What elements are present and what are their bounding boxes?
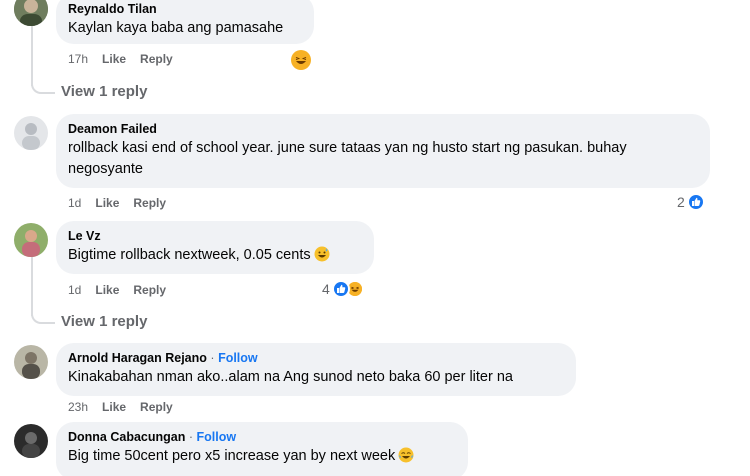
comment-actions: 17h Like Reply xyxy=(68,51,187,67)
comment-author[interactable]: Reynaldo Tilan xyxy=(68,1,302,17)
comment-actions: 23h Like Reply xyxy=(68,399,187,415)
reply-button[interactable]: Reply xyxy=(133,283,166,297)
comment-timestamp[interactable]: 23h xyxy=(68,400,88,414)
tears-of-joy-emoji-icon xyxy=(398,447,414,463)
grinning-sweat-emoji-icon xyxy=(314,246,330,262)
follow-separator: · xyxy=(188,430,194,444)
comment-text-line: rollback kasi end of school year. june s… xyxy=(68,140,627,156)
comment-author-line: Donna Cabacungan · Follow xyxy=(68,429,456,445)
follow-separator: · xyxy=(210,351,215,365)
comment-author[interactable]: Arnold Haragan Rejano xyxy=(68,351,207,365)
comment-timestamp[interactable]: 1d xyxy=(68,283,81,297)
thread-line xyxy=(31,26,33,86)
comment-author[interactable]: Donna Cabacungan xyxy=(68,430,185,444)
comment-timestamp[interactable]: 17h xyxy=(68,52,88,66)
comment-bubble: Reynaldo Tilan Kaylan kaya baba ang pama… xyxy=(56,0,314,44)
reply-button[interactable]: Reply xyxy=(133,196,166,210)
like-reaction-icon xyxy=(331,280,350,298)
comment-timestamp[interactable]: 1d xyxy=(68,196,81,210)
comment-text: Big time 50cent pero x5 increase yan by … xyxy=(68,446,456,467)
comment-bubble: Arnold Haragan Rejano · Follow Kinakabah… xyxy=(56,343,576,396)
comment-actions: 1d Like Reply xyxy=(68,195,180,211)
comment-text: Kaylan kaya baba ang pamasahe xyxy=(68,20,284,36)
comment-text: Kinakabahan nman ako..alam na Ang sunod … xyxy=(68,369,513,385)
reply-button[interactable]: Reply xyxy=(140,52,173,66)
thread-hook xyxy=(31,310,55,324)
view-replies-link[interactable]: View 1 reply xyxy=(61,313,147,330)
follow-button[interactable]: Follow xyxy=(197,430,237,444)
follow-button[interactable]: Follow xyxy=(218,351,258,365)
like-reaction-icon xyxy=(686,193,705,211)
comment-bubble: Deamon Failed rollback kasi end of schoo… xyxy=(56,114,710,188)
reaction-count: 2 xyxy=(677,194,685,210)
avatar[interactable] xyxy=(14,116,48,150)
avatar[interactable] xyxy=(14,223,48,257)
avatar[interactable] xyxy=(14,0,48,26)
comment-bubble: Le Vz Bigtime rollback nextweek, 0.05 ce… xyxy=(56,221,374,274)
comment-text-content: Big time 50cent pero x5 increase yan by … xyxy=(68,448,396,464)
comment-author[interactable]: Le Vz xyxy=(68,228,362,244)
comment-author[interactable]: Deamon Failed xyxy=(68,121,698,137)
avatar[interactable] xyxy=(14,424,48,458)
reaction-count: 4 xyxy=(322,281,330,297)
reaction-summary[interactable]: 4 xyxy=(322,280,364,298)
like-button[interactable]: Like xyxy=(95,196,119,210)
view-replies-link[interactable]: View 1 reply xyxy=(61,83,147,100)
comment-author-line: Arnold Haragan Rejano · Follow xyxy=(68,350,564,366)
reaction-summary[interactable] xyxy=(291,50,311,70)
thread-line xyxy=(31,256,33,316)
comment-text: Bigtime rollback nextweek, 0.05 cents xyxy=(68,245,362,266)
comment-actions: 1d Like Reply xyxy=(68,282,180,298)
thread-hook xyxy=(31,80,55,94)
haha-reaction-icon xyxy=(291,50,311,70)
like-button[interactable]: Like xyxy=(102,400,126,414)
comment-text-line: negosyante xyxy=(68,161,143,177)
comment-bubble: Donna Cabacungan · Follow Big time 50cen… xyxy=(56,422,468,476)
comment-text: rollback kasi end of school year. june s… xyxy=(68,138,698,180)
comment-text-content: Bigtime rollback nextweek, 0.05 cents xyxy=(68,247,311,263)
reaction-summary[interactable]: 2 xyxy=(677,193,705,211)
like-button[interactable]: Like xyxy=(95,283,119,297)
like-button[interactable]: Like xyxy=(102,52,126,66)
reply-button[interactable]: Reply xyxy=(140,400,173,414)
avatar[interactable] xyxy=(14,345,48,379)
